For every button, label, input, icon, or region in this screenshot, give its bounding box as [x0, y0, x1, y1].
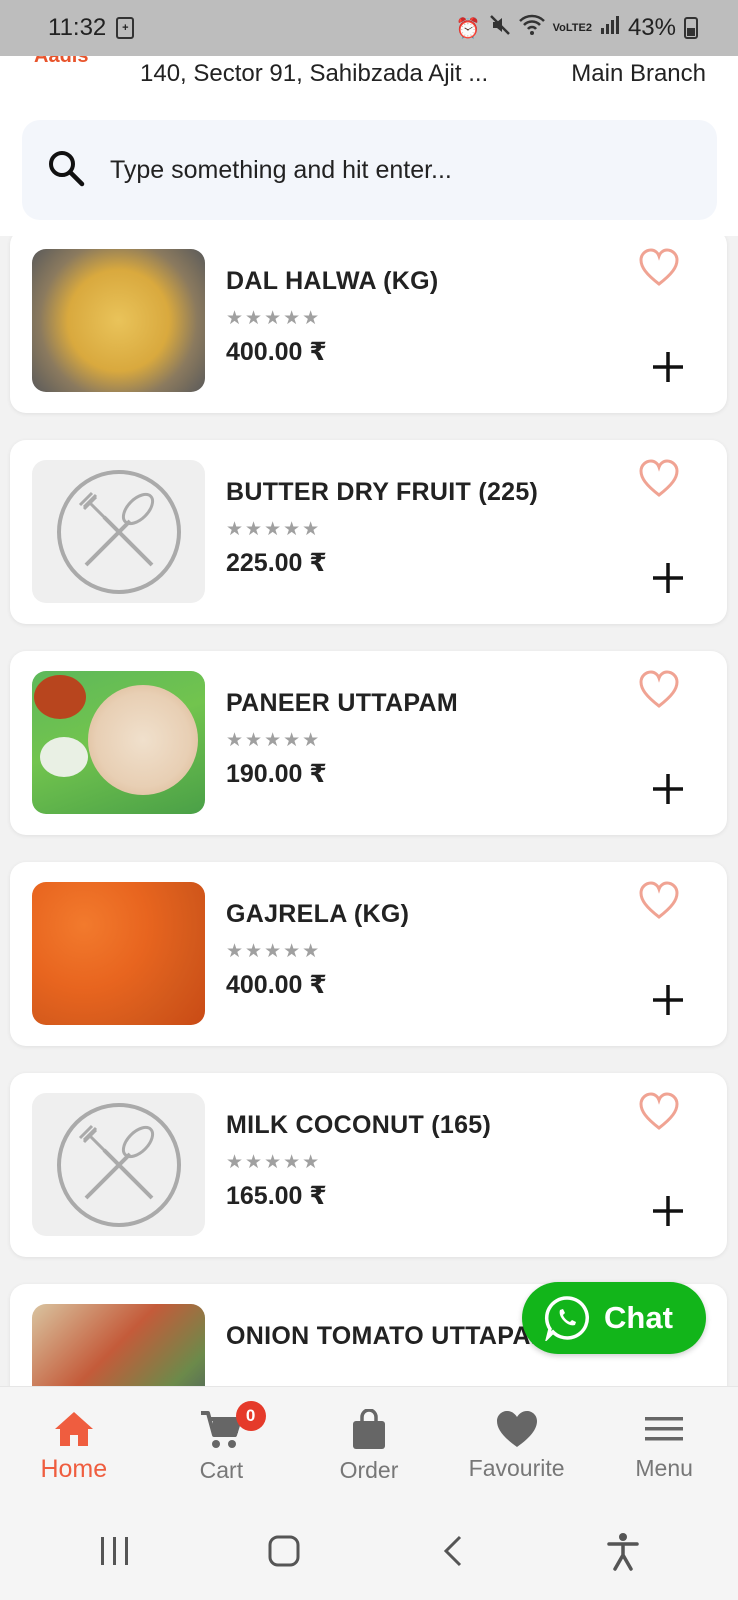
product-card[interactable]: DAL HALWA (KG) ★★★★★ 400.00 ₹	[10, 236, 727, 413]
add-to-cart-plus-icon[interactable]	[648, 1191, 688, 1231]
whatsapp-chat-button[interactable]: Chat	[522, 1282, 706, 1354]
product-name: BUTTER DRY FRUIT (225)	[226, 478, 539, 506]
menu-icon	[645, 1417, 684, 1441]
recent-apps-icon[interactable]	[97, 1534, 133, 1568]
mute-icon	[489, 14, 511, 42]
favourite-heart-icon[interactable]	[638, 669, 680, 711]
favourite-heart-icon[interactable]	[638, 458, 680, 500]
add-to-cart-plus-icon[interactable]	[648, 980, 688, 1020]
nav-favourite[interactable]: Favourite	[443, 1387, 591, 1502]
whatsapp-icon	[544, 1296, 590, 1341]
product-card[interactable]: MILK COCONUT (165) ★★★★★ 165.00 ₹	[10, 1073, 727, 1257]
product-name: GAJRELA (KG)	[226, 900, 410, 928]
search-bar[interactable]	[22, 120, 717, 220]
cutlery-placeholder-icon	[56, 469, 181, 594]
product-card[interactable]: GAJRELA (KG) ★★★★★ 400.00 ₹	[10, 862, 727, 1046]
favourite-heart-icon[interactable]	[638, 880, 680, 922]
product-image[interactable]	[32, 882, 205, 1025]
battery-percent: 43%	[627, 14, 676, 41]
product-card[interactable]: PANEER UTTAPAM ★★★★★ 190.00 ₹	[10, 651, 727, 835]
cutlery-placeholder-icon	[56, 1102, 181, 1227]
product-card[interactable]: BUTTER DRY FRUIT (225) ★★★★★ 225.00 ₹	[10, 440, 727, 624]
wifi-icon	[518, 14, 545, 42]
search-input[interactable]	[110, 155, 690, 185]
signal-icon	[600, 15, 620, 41]
product-price: 225.00 ₹	[226, 549, 327, 577]
product-price: 190.00 ₹	[226, 760, 327, 788]
product-price: 165.00 ₹	[226, 1182, 327, 1210]
status-time: 11:32	[48, 14, 107, 41]
add-to-cart-plus-icon[interactable]	[648, 347, 688, 387]
nav-cart[interactable]: 0 Cart	[148, 1387, 296, 1502]
star-rating: ★★★★★	[226, 308, 322, 329]
product-price: 400.00 ₹	[226, 971, 327, 999]
status-bar: 11:32 + ⏰ VoLTE2 43%	[0, 0, 738, 56]
add-to-cart-plus-icon[interactable]	[648, 769, 688, 809]
sim-icon: +	[116, 17, 135, 39]
header: Aadis 140, Sector 91, Sahibzada Ajit ...…	[0, 52, 738, 236]
product-image[interactable]	[32, 1093, 205, 1236]
nav-label: Order	[339, 1457, 399, 1483]
nav-label: Menu	[635, 1455, 693, 1481]
star-rating: ★★★★★	[226, 1152, 322, 1173]
product-name: DAL HALWA (KG)	[226, 267, 439, 295]
heart-icon	[496, 1411, 537, 1447]
chat-label: Chat	[604, 1300, 673, 1335]
battery-icon	[684, 17, 698, 39]
product-image[interactable]	[32, 671, 205, 814]
nav-home[interactable]: Home	[0, 1387, 148, 1502]
nav-menu[interactable]: Menu	[590, 1387, 738, 1502]
product-image[interactable]	[32, 460, 205, 603]
favourite-heart-icon[interactable]	[638, 1091, 680, 1133]
star-rating: ★★★★★	[226, 941, 322, 962]
nav-label: Cart	[199, 1457, 244, 1483]
nav-label: Favourite	[468, 1455, 565, 1481]
favourite-heart-icon[interactable]	[638, 247, 680, 289]
product-name: MILK COCONUT (165)	[226, 1111, 492, 1139]
star-rating: ★★★★★	[226, 519, 322, 540]
cart-badge: 0	[235, 1401, 266, 1431]
delivery-address[interactable]: 140, Sector 91, Sahibzada Ajit ...	[140, 60, 488, 88]
bottom-navigation: Home 0 Cart Order Favourite Menu	[0, 1386, 738, 1502]
search-icon[interactable]	[46, 148, 86, 193]
product-name: ONION TOMATO UTTAPAM	[226, 1322, 552, 1350]
accessibility-icon[interactable]	[605, 1531, 641, 1571]
volte-label: VoLTE2	[552, 22, 592, 34]
home-icon	[54, 1412, 93, 1446]
star-rating: ★★★★★	[226, 730, 322, 751]
nav-label: Home	[40, 1455, 108, 1483]
system-navigation-bar	[0, 1502, 738, 1600]
alarm-icon: ⏰	[455, 17, 481, 40]
add-to-cart-plus-icon[interactable]	[648, 558, 688, 598]
branch-selector[interactable]: Main Branch	[571, 60, 706, 88]
back-icon[interactable]	[436, 1534, 472, 1568]
product-image[interactable]	[32, 1304, 205, 1386]
product-name: PANEER UTTAPAM	[226, 689, 458, 717]
product-image[interactable]	[32, 249, 205, 392]
home-button-icon[interactable]	[266, 1534, 302, 1568]
product-price: 400.00 ₹	[226, 338, 327, 366]
bag-icon	[352, 1409, 385, 1449]
product-list[interactable]: DAL HALWA (KG) ★★★★★ 400.00 ₹ BUTTER DRY…	[0, 236, 738, 1386]
nav-order[interactable]: Order	[295, 1387, 443, 1502]
